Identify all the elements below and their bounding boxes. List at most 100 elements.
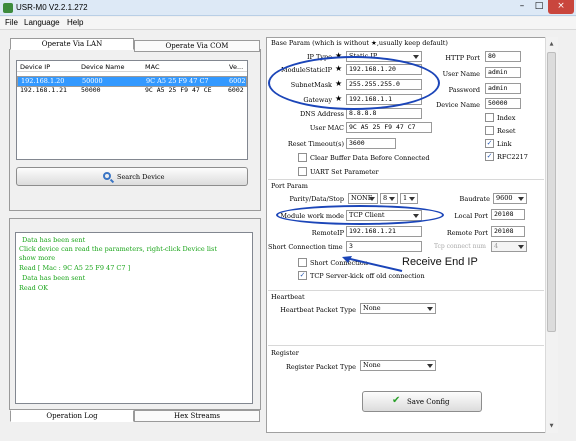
close-button[interactable]: ×	[548, 0, 574, 14]
user-mac-label: User MAC	[309, 124, 344, 132]
divider	[268, 345, 544, 346]
column-version[interactable]: Ve...	[229, 63, 243, 72]
baudrate-value: 9600	[496, 194, 513, 202]
log-line: Click device can read the parameters, ri…	[19, 245, 217, 253]
column-device-ip[interactable]: Device IP	[20, 63, 50, 72]
short-connection-checkbox[interactable]	[298, 258, 307, 267]
window-title: USR-M0 V2.2.1.272	[16, 3, 88, 12]
heartbeat-type-label: Heartbeat Packet Type	[280, 306, 356, 314]
log-line: Read OK	[19, 284, 49, 292]
tab-hex-streams[interactable]: Hex Streams	[134, 410, 260, 422]
reset-label: Reset	[497, 127, 516, 135]
log-line: Read [ Mac : 9C A5 25 F9 47 C7 ]	[19, 264, 131, 272]
menu-bar	[0, 17, 576, 30]
heartbeat-heading: Heartbeat	[271, 293, 305, 301]
stop-bits-select[interactable]: 1	[400, 193, 418, 204]
user-name-input[interactable]: admin	[485, 67, 521, 78]
password-input[interactable]: admin	[485, 83, 521, 94]
tab-operation-log[interactable]: Operation Log	[10, 410, 134, 422]
log-line: Data has been sent	[22, 274, 86, 282]
scroll-up-icon[interactable]: ▲	[547, 39, 556, 49]
clear-buffer-checkbox[interactable]	[298, 153, 307, 162]
chevron-down-icon	[427, 364, 433, 368]
tcp-connect-num-label: Tcp connect num	[434, 243, 486, 250]
link-checkbox[interactable]: ✓	[485, 139, 494, 148]
local-port-input[interactable]: 20108	[491, 209, 525, 220]
remote-ip-label: RemoteIP	[311, 229, 344, 237]
tab-operate-via-lan[interactable]: Operate Via LAN	[10, 38, 134, 50]
register-type-select[interactable]: None	[360, 360, 436, 371]
data-bits-select[interactable]: 8	[380, 193, 398, 204]
baudrate-label: Baudrate	[459, 195, 490, 203]
port-param-heading: Port Param	[271, 182, 308, 190]
remote-ip-input[interactable]: 192.168.1.21	[346, 226, 422, 237]
chevron-down-icon	[518, 245, 524, 249]
index-label: Index	[497, 114, 516, 122]
tab-operate-via-com[interactable]: Operate Via COM	[134, 40, 260, 52]
chevron-down-icon	[389, 197, 395, 201]
tcp-connect-num-value: 4	[494, 242, 499, 250]
scroll-down-icon[interactable]: ▼	[547, 421, 556, 431]
device-version: 6002	[228, 86, 244, 94]
log-line-wrap: show more	[19, 254, 56, 262]
save-config-button[interactable]: ✔ Save Config	[362, 391, 482, 412]
device-list[interactable]: Device IP Device Name MAC Ve... 192.168.…	[16, 60, 248, 160]
divider	[268, 290, 544, 291]
chevron-down-icon	[427, 307, 433, 311]
scroll-thumb[interactable]	[547, 52, 556, 332]
reset-checkbox[interactable]	[485, 126, 494, 135]
device-name-input[interactable]: 50000	[485, 98, 521, 109]
column-mac[interactable]: MAC	[145, 63, 159, 72]
register-type-label: Register Packet Type	[285, 363, 356, 371]
register-heading: Register	[271, 349, 299, 357]
baudrate-select[interactable]: 9600	[493, 193, 527, 204]
annotation-receive-end-ip: Receive End IP	[402, 256, 478, 268]
checkmark-icon: ✔	[392, 395, 401, 406]
column-device-name[interactable]: Device Name	[81, 63, 124, 72]
uart-set-checkbox[interactable]	[298, 167, 307, 176]
rfc2217-label: RFC2217	[497, 153, 528, 161]
menu-file[interactable]: File	[5, 18, 18, 27]
menu-language[interactable]: Language	[24, 18, 60, 27]
reset-timeout-label: Reset Timeout(s)	[287, 140, 344, 148]
chevron-down-icon	[413, 55, 419, 59]
user-mac-input[interactable]: 9C A5 25 F9 47 C7	[346, 122, 432, 133]
kick-off-checkbox[interactable]: ✓	[298, 271, 307, 280]
device-list-header: Device IP Device Name MAC Ve...	[17, 63, 247, 72]
heartbeat-type-value: None	[363, 304, 381, 312]
search-device-label: Search Device	[117, 173, 165, 181]
dns-label: DNS Address	[299, 110, 344, 118]
save-config-label: Save Config	[407, 398, 450, 406]
kick-off-label: TCP Server-kick off old connection	[310, 272, 425, 280]
device-version: 6002	[229, 77, 246, 85]
parity-select[interactable]: NONE	[348, 193, 378, 204]
uart-set-label: UART Set Parameter	[310, 168, 379, 176]
menu-help[interactable]: Help	[67, 18, 83, 27]
log-output[interactable]: Data has been sent Click device can read…	[15, 232, 253, 404]
annotation-ellipse	[268, 56, 440, 110]
http-port-label: HTTP Port	[445, 54, 480, 62]
rfc2217-checkbox[interactable]: ✓	[485, 152, 494, 161]
device-name: 50000	[81, 86, 101, 94]
device-ip: 192.168.1.20	[21, 77, 65, 85]
device-name-label: Device Name	[436, 101, 480, 109]
maximize-button[interactable]: □	[532, 0, 546, 14]
index-checkbox[interactable]	[485, 113, 494, 122]
minimize-button[interactable]: –	[514, 0, 530, 14]
annotation-ellipse	[276, 205, 444, 225]
device-name: 50000	[82, 77, 103, 85]
chevron-down-icon	[409, 197, 415, 201]
register-type-value: None	[363, 361, 381, 369]
tcp-connect-num-select[interactable]: 4	[491, 241, 527, 252]
clear-buffer-label: Clear Buffer Data Before Connected	[310, 154, 430, 162]
device-row[interactable]: 192.168.1.21 50000 9C A5 25 F9 47 CE 600…	[17, 86, 247, 95]
search-device-button[interactable]: Search Device	[16, 167, 248, 186]
heartbeat-type-select[interactable]: None	[360, 303, 436, 314]
reset-timeout-input[interactable]: 3600	[346, 138, 396, 149]
chevron-down-icon	[369, 197, 375, 201]
app-icon	[3, 3, 13, 13]
http-port-input[interactable]: 80	[485, 51, 521, 62]
data-bits-value: 8	[383, 194, 388, 202]
remote-port-input[interactable]: 20108	[491, 226, 525, 237]
short-connection-time-input[interactable]: 3	[346, 241, 422, 252]
